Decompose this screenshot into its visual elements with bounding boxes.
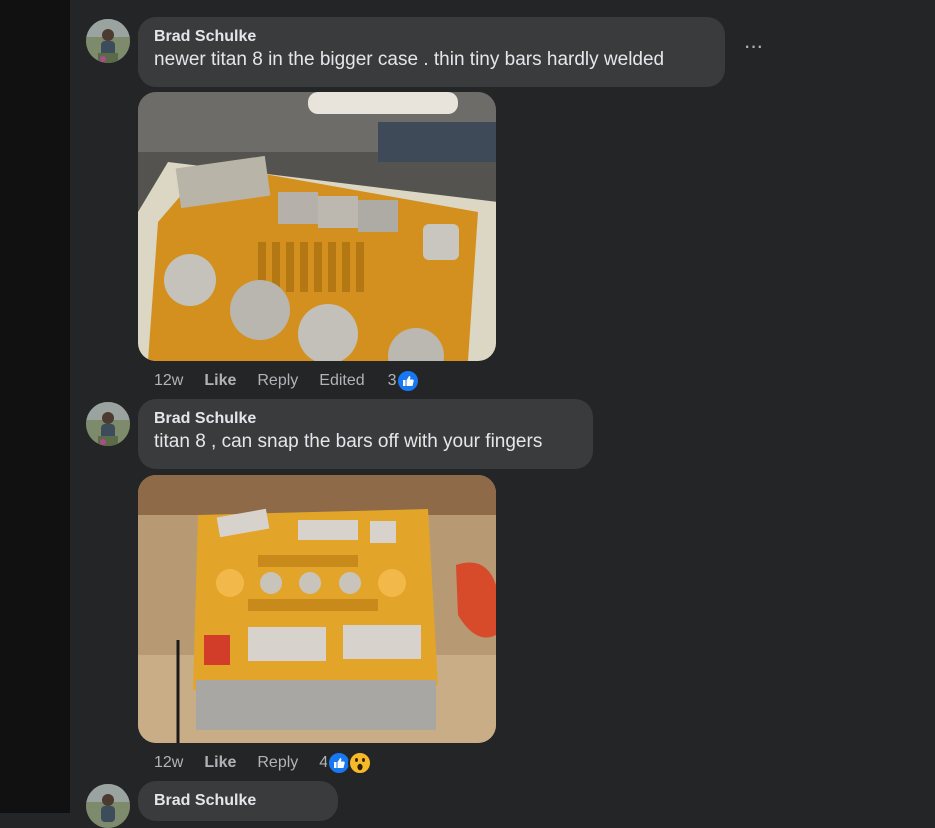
avatar[interactable] xyxy=(86,784,130,828)
like-button[interactable]: Like xyxy=(204,372,236,390)
comment-bubble: Brad Schulke xyxy=(138,781,338,821)
like-button[interactable]: Like xyxy=(204,754,236,772)
more-options-button[interactable]: ··· xyxy=(740,35,766,64)
reply-button[interactable]: Reply xyxy=(257,372,298,390)
comment-author[interactable]: Brad Schulke xyxy=(154,791,322,811)
comment-bubble: Brad Schulke titan 8 , can snap the bars… xyxy=(138,399,593,469)
comment-author[interactable]: Brad Schulke xyxy=(154,27,709,47)
left-gutter xyxy=(0,0,71,813)
comment-author[interactable]: Brad Schulke xyxy=(154,409,577,429)
comment-actions: 12w Like Reply Edited 3 xyxy=(154,369,420,393)
reaction-summary[interactable] xyxy=(395,369,420,393)
comment-photo[interactable] xyxy=(138,475,496,743)
like-icon xyxy=(395,369,420,393)
comment-photo[interactable] xyxy=(138,92,496,361)
comment-actions: 12w Like Reply 4 xyxy=(154,751,373,775)
reply-button[interactable]: Reply xyxy=(257,754,298,772)
avatar[interactable] xyxy=(86,402,130,446)
comment-timestamp[interactable]: 12w xyxy=(154,754,183,772)
avatar[interactable] xyxy=(86,19,130,63)
comment-bubble: Brad Schulke newer titan 8 in the bigger… xyxy=(138,17,725,87)
comment-text: titan 8 , can snap the bars off with you… xyxy=(154,431,543,452)
wow-icon xyxy=(348,751,373,775)
comment-timestamp[interactable]: 12w xyxy=(154,372,183,390)
edited-label[interactable]: Edited xyxy=(319,372,364,390)
reaction-summary[interactable] xyxy=(327,751,373,775)
comment-text: newer titan 8 in the bigger case . thin … xyxy=(154,49,665,70)
